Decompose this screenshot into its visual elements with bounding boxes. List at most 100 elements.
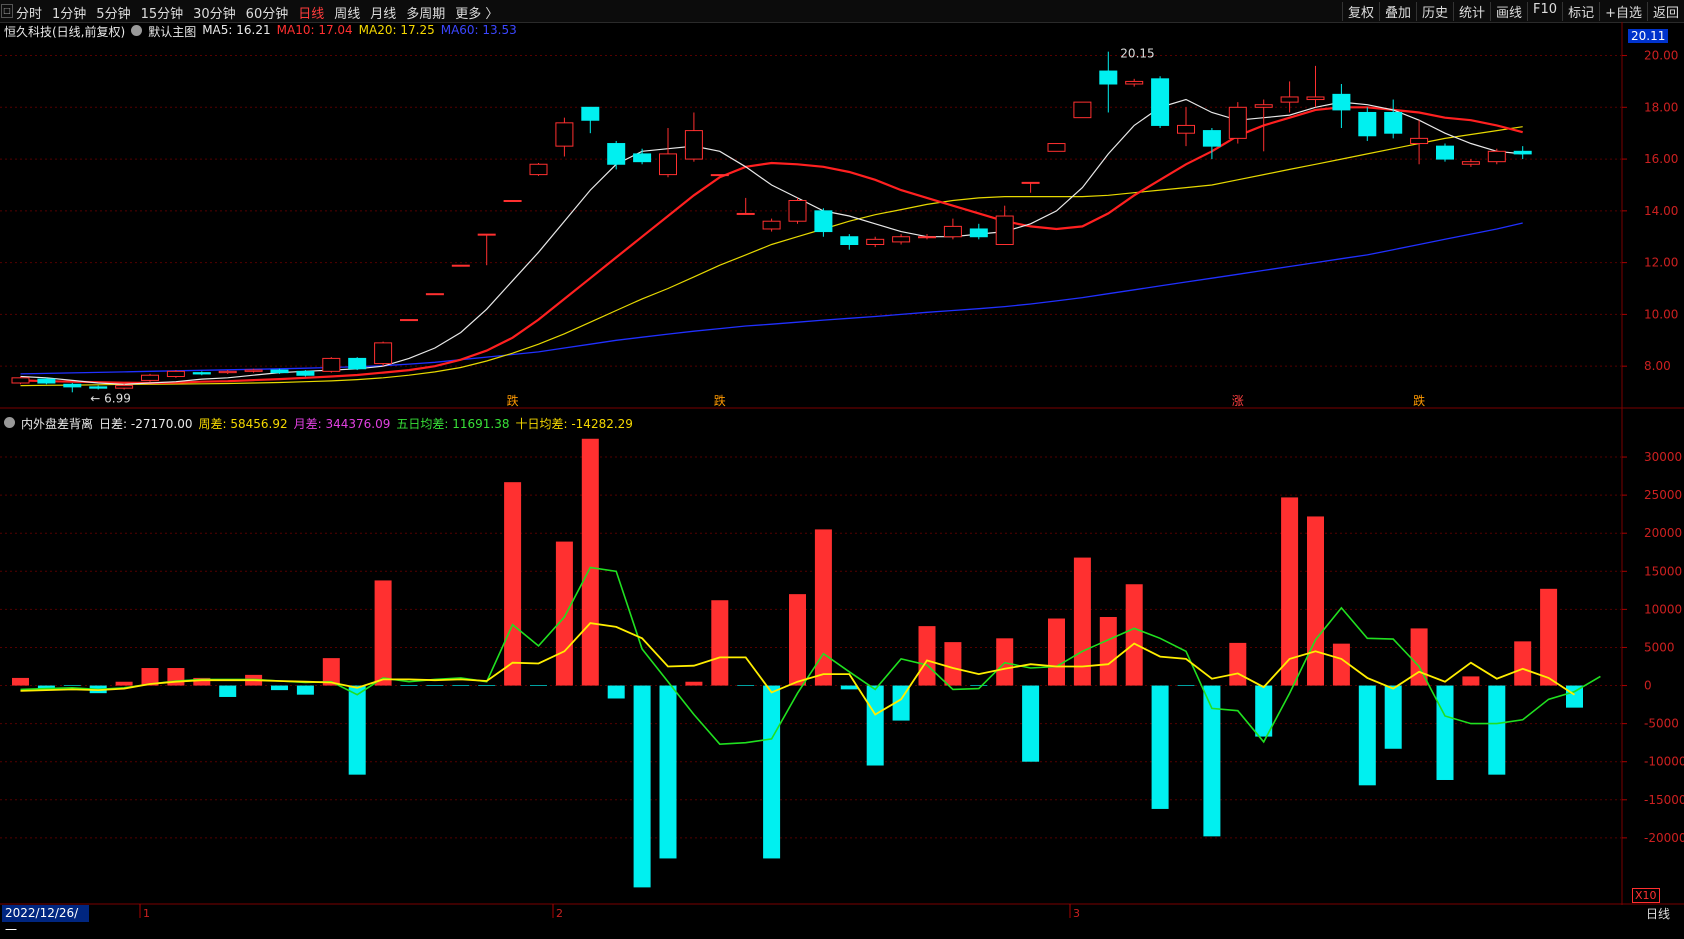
candle-body [63, 383, 82, 388]
diff-bar [1099, 616, 1117, 686]
candle-body [1047, 143, 1066, 152]
indicator-settings-dot-icon[interactable] [4, 417, 15, 428]
ma20-label: MA20: 17.25 [358, 23, 435, 37]
candle-body [1125, 80, 1144, 85]
candle-body [11, 377, 30, 384]
candle-body [218, 370, 237, 374]
candle-body [1202, 130, 1221, 147]
indicator-tick-label: 5000 [1644, 640, 1675, 654]
scale-badge[interactable]: X10 [1632, 888, 1660, 903]
indicator-tick-label: -15000 [1644, 793, 1684, 807]
candle-body [607, 143, 626, 165]
candle-body [166, 370, 185, 378]
settings-dot-icon[interactable] [131, 25, 143, 36]
candle-body [969, 228, 988, 238]
candle-body [141, 374, 159, 381]
diff-bar [840, 685, 858, 690]
ma5-line [20, 98, 1523, 385]
candle-body [1513, 150, 1532, 155]
candle-body [503, 199, 522, 202]
stock-label[interactable]: 恒久科技(日线,前复权) [4, 23, 125, 40]
candle-body [244, 369, 263, 372]
diff-bar [115, 681, 133, 686]
wu-ri-jun-cha-label: 五日均差: 11691.38 [396, 417, 510, 431]
diff-bar [685, 681, 703, 686]
candle-body [374, 342, 393, 365]
footer-period: 日线 [1645, 907, 1670, 921]
month-label: 1 [143, 907, 150, 920]
diff-bar [504, 482, 522, 686]
cursor-date: 2022/12/26/一 [2, 905, 89, 937]
diff-bar [1332, 643, 1350, 686]
diff-bar [12, 677, 29, 686]
diff-bar [296, 685, 314, 695]
ma60-line [20, 222, 1523, 375]
ma60-label: MA60: 13.53 [440, 23, 517, 37]
indicator-tick-label: -10000 [1644, 755, 1684, 769]
diff-bar [711, 600, 729, 686]
candle-body [995, 215, 1014, 246]
candle-body [788, 199, 807, 222]
diff-bar [918, 626, 936, 686]
candle-body [322, 357, 341, 372]
indicator-tick-label: 20000 [1644, 526, 1682, 540]
candle-body [1280, 96, 1299, 103]
shi-ri-jun-cha-label: 十日均差: -14282.29 [515, 417, 633, 431]
candle-body [270, 369, 289, 374]
candle-body [555, 122, 574, 147]
price-tick-label: 16.00 [1644, 152, 1678, 166]
candle-body [762, 220, 781, 230]
indicator-tick-label: -20000 [1644, 831, 1684, 845]
candle-body [1461, 161, 1480, 165]
low-price-label: ← 6.99 [90, 391, 131, 405]
price-tick-label: 14.00 [1644, 204, 1678, 218]
current-price-tag: 20.11 [1628, 29, 1669, 43]
candle-body [684, 130, 703, 160]
candle-body [115, 385, 134, 389]
indicator-label[interactable]: 内外盘差背离 [21, 415, 93, 432]
diff-bar [1022, 685, 1040, 762]
candle-body [581, 106, 600, 121]
sub-panel-info: 内外盘差背离 日差: -27170.00 周差: 58456.92 月差: 34… [4, 415, 633, 432]
diff-bar [1488, 685, 1506, 775]
candle-body [633, 153, 652, 163]
diff-bar [866, 685, 884, 766]
ma5-label: MA5: 16.21 [202, 23, 271, 37]
diff-bar [555, 541, 573, 686]
diff-bar [348, 685, 366, 775]
candle-body [892, 236, 911, 243]
diff-bar [789, 594, 806, 686]
template-label[interactable]: 默认主图 [148, 23, 196, 40]
candle-body [89, 386, 108, 389]
candle-body [1384, 111, 1403, 134]
candle-body [918, 236, 936, 239]
candle-body [477, 233, 496, 236]
indicator-tick-label: 30000 [1644, 450, 1682, 464]
month-label: 2 [556, 907, 563, 920]
candle-body [425, 293, 444, 296]
candle-body [296, 370, 315, 376]
candle-body [866, 238, 885, 246]
chart-canvas[interactable]: 8.00 10.00 12.00 14.00 16.00 18.00 20.00 20.15 ←… [0, 0, 1684, 923]
price-tick-label: 20.00 [1644, 49, 1678, 63]
ma20-line [20, 126, 1523, 387]
candle-body [943, 225, 962, 238]
candle-body [1021, 181, 1040, 184]
diff-bar [659, 685, 677, 859]
candle-body [451, 264, 470, 267]
signal-marker: 跌 [714, 393, 726, 408]
candle-body [1228, 106, 1247, 139]
candle-body [1306, 96, 1325, 101]
candle-body [1487, 150, 1506, 163]
diff-bar [1151, 685, 1169, 809]
signal-marker: 涨 [1232, 393, 1244, 408]
candle-body [1332, 93, 1351, 111]
diff-bar [1307, 516, 1324, 686]
candle-body [659, 153, 677, 176]
price-tick-label: 10.00 [1644, 307, 1678, 321]
main-panel-info: 恒久科技(日线,前复权) 默认主图 MA5: 16.21 MA10: 17.04… [4, 23, 517, 40]
signal-marker: 跌 [1413, 393, 1425, 408]
candle-body [1073, 101, 1092, 119]
indicator-tick-label: 10000 [1644, 602, 1682, 616]
month-label: 3 [1073, 907, 1080, 920]
